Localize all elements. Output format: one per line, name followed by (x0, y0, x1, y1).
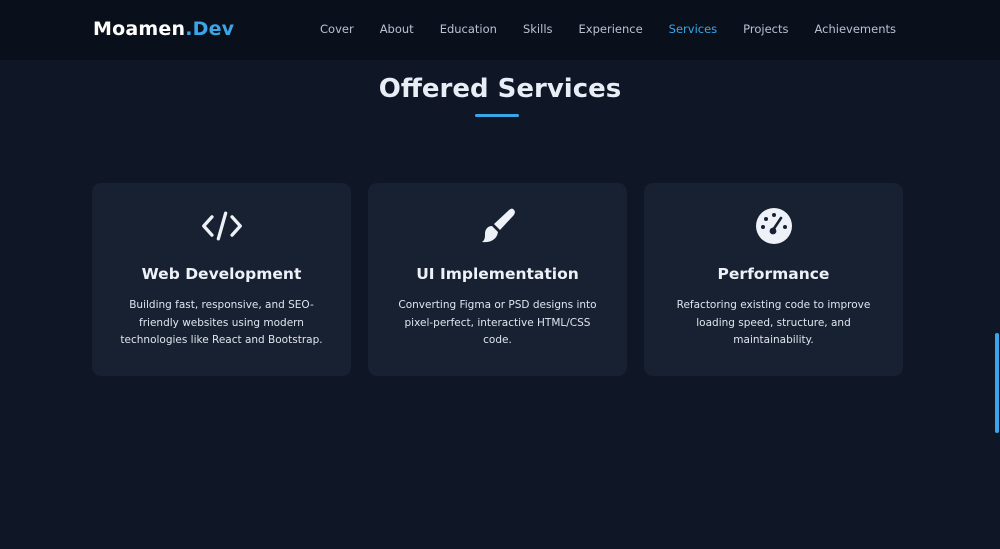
nav-link-about[interactable]: About (380, 22, 414, 36)
service-title: Web Development (141, 265, 302, 283)
paintbrush-icon (477, 205, 519, 247)
scrollbar-thumb[interactable] (995, 333, 999, 433)
code-icon (201, 205, 243, 247)
gauge-icon (753, 205, 795, 247)
service-description: Refactoring existing code to improve loa… (676, 299, 871, 346)
services-grid: Web Development Building fast, responsiv… (92, 183, 903, 376)
section-title: Offered Services (378, 74, 622, 104)
navbar: Moamen .Dev Cover About Education Skills… (0, 0, 1000, 60)
service-card-ui-implementation: UI Implementation Converting Figma or PS… (368, 183, 627, 376)
nav-link-skills[interactable]: Skills (523, 22, 553, 36)
service-title: Performance (717, 265, 830, 283)
nav-link-education[interactable]: Education (440, 22, 497, 36)
nav-link-achievements[interactable]: Achievements (815, 22, 897, 36)
title-underline (475, 114, 519, 117)
nav-link-experience[interactable]: Experience (579, 22, 643, 36)
nav-link-cover[interactable]: Cover (320, 22, 354, 36)
brand-logo[interactable]: Moamen .Dev (93, 18, 234, 40)
service-card-web-development: Web Development Building fast, responsiv… (92, 183, 351, 376)
nav-link-projects[interactable]: Projects (743, 22, 788, 36)
service-title: UI Implementation (416, 265, 579, 283)
nav-menu: Cover About Education Skills Experience … (320, 22, 896, 36)
service-description: Converting Figma or PSD designs into pix… (398, 299, 597, 346)
service-description: Building fast, responsive, and SEO-frien… (120, 299, 323, 346)
nav-link-services[interactable]: Services (669, 22, 718, 36)
brand-name-part2: .Dev (185, 18, 235, 40)
brand-name-part1: Moamen (93, 18, 186, 40)
service-card-performance: Performance Refactoring existing code to… (644, 183, 903, 376)
